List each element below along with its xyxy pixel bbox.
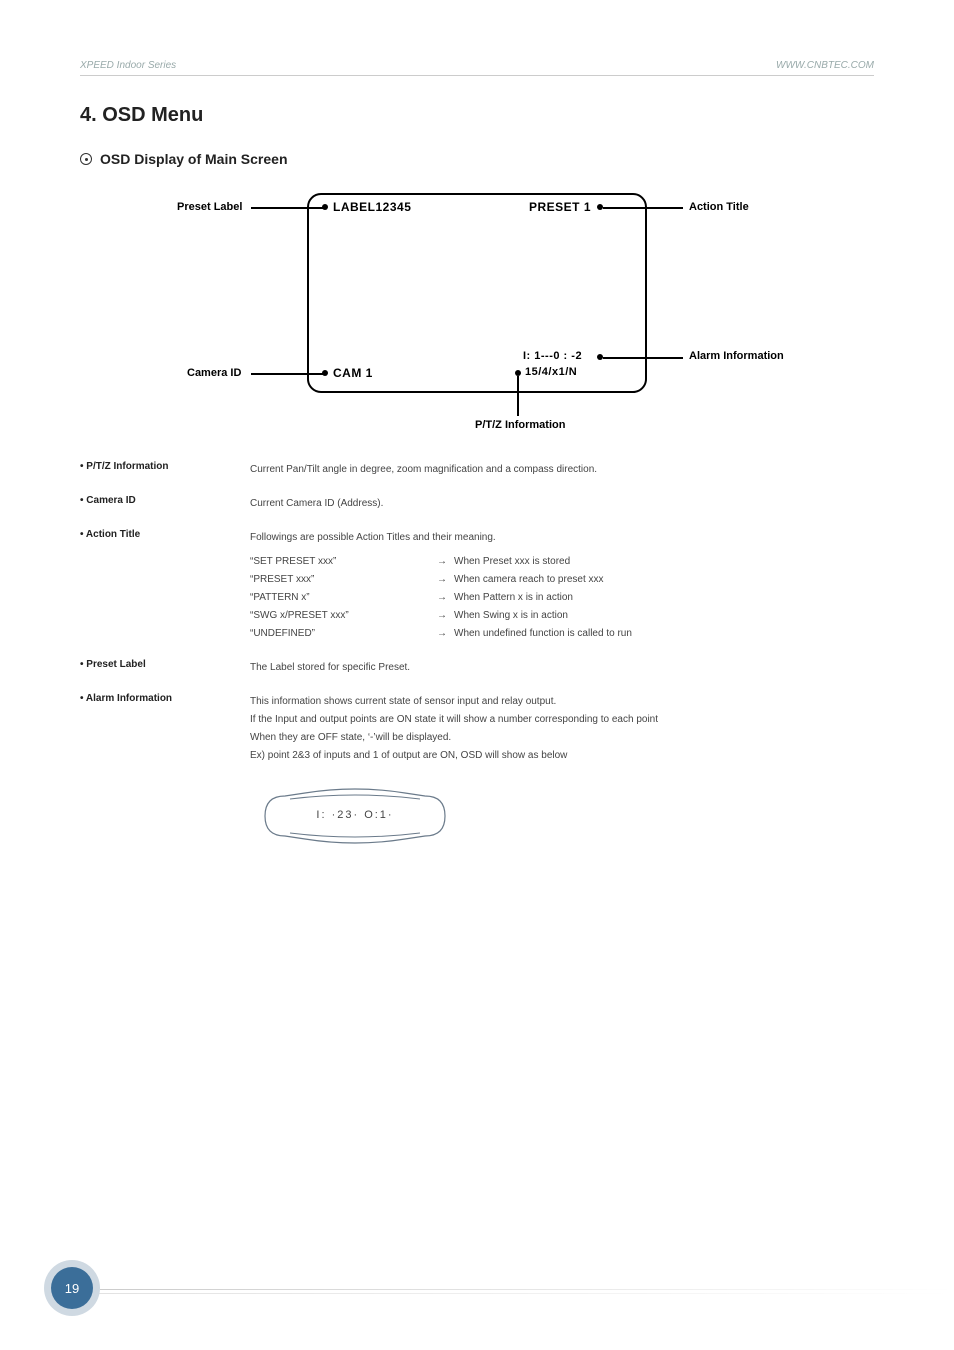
alarm-line: If the Input and output points are ON st… <box>250 711 874 729</box>
header-left: XPEED Indoor Series <box>80 60 176 71</box>
action-left: “SWG x/PRESET xxx” <box>250 607 430 625</box>
action-row: “PRESET xxx” → When camera reach to pres… <box>250 571 874 589</box>
arrow-icon: → <box>430 607 454 625</box>
def-body: Current Camera ID (Address). <box>250 495 874 513</box>
example-text: I: ·23· O:1· <box>260 809 450 821</box>
alarm-line: Ex) point 2&3 of inputs and 1 of output … <box>250 747 874 765</box>
ptz-text: 15/4/x1/N <box>525 366 577 378</box>
arrow-icon: → <box>430 625 454 643</box>
def-label: Action Title <box>80 529 250 540</box>
action-left: “UNDEFINED” <box>250 625 430 643</box>
action-right: When Swing x is in action <box>454 607 568 625</box>
action-left: “SET PRESET xxx” <box>250 553 430 571</box>
alarm-example-diagram: I: ·23· O:1· <box>260 781 450 851</box>
def-action-title: Action Title Followings are possible Act… <box>80 529 874 643</box>
arrow-icon: → <box>430 589 454 607</box>
label-text: LABEL12345 <box>333 200 411 214</box>
connector-line <box>251 373 323 375</box>
alarm-line: When they are OFF state, ‘-’will be disp… <box>250 729 874 747</box>
action-row: “SWG x/PRESET xxx” → When Swing x is in … <box>250 607 874 625</box>
cam-text: CAM 1 <box>333 366 373 380</box>
def-camera-id: Camera ID Current Camera ID (Address). <box>80 495 874 513</box>
action-title-table: “SET PRESET xxx” → When Preset xxx is st… <box>250 553 874 643</box>
def-label: P/T/Z Information <box>80 461 250 472</box>
action-right: When Preset xxx is stored <box>454 553 570 571</box>
subsection-text: OSD Display of Main Screen <box>100 151 288 167</box>
alarm-caption: Alarm Information <box>689 350 784 362</box>
def-label: Alarm Information <box>80 693 250 704</box>
def-preset-label: Preset Label The Label stored for specif… <box>80 659 874 677</box>
page-header: XPEED Indoor Series WWW.CNBTEC.COM <box>80 60 874 76</box>
preset-text: PRESET 1 <box>529 200 591 214</box>
alarm-text: I: 1---0 : -2 <box>523 350 582 362</box>
action-row: “PATTERN x” → When Pattern x is in actio… <box>250 589 874 607</box>
def-body: Followings are possible Action Titles an… <box>250 529 874 643</box>
arrow-icon: → <box>430 553 454 571</box>
definitions-list: P/T/Z Information Current Pan/Tilt angle… <box>80 461 874 851</box>
footer-divider <box>96 1293 954 1294</box>
def-body: Current Pan/Tilt angle in degree, zoom m… <box>250 461 874 479</box>
ptz-caption: P/T/Z Information <box>475 419 565 431</box>
action-title-caption: Action Title <box>689 201 749 213</box>
connector-dot <box>322 370 328 376</box>
bullet-icon <box>80 153 92 165</box>
def-label: Camera ID <box>80 495 250 506</box>
connector-dot <box>322 204 328 210</box>
page-number: 19 <box>51 1267 93 1309</box>
connector-line <box>251 207 323 209</box>
action-row: “SET PRESET xxx” → When Preset xxx is st… <box>250 553 874 571</box>
def-body: This information shows current state of … <box>250 693 874 765</box>
header-right: WWW.CNBTEC.COM <box>776 60 874 71</box>
action-right: When undefined function is called to run <box>454 625 632 643</box>
action-left: “PATTERN x” <box>250 589 430 607</box>
preset-label-caption: Preset Label <box>177 201 242 213</box>
def-body: The Label stored for specific Preset. <box>250 659 874 677</box>
connector-line <box>603 357 683 359</box>
subsection-title: OSD Display of Main Screen <box>80 151 874 167</box>
action-left: “PRESET xxx” <box>250 571 430 589</box>
connector-line <box>603 207 683 209</box>
action-row: “UNDEFINED” → When undefined function is… <box>250 625 874 643</box>
page-number-badge: 19 <box>44 1260 100 1316</box>
def-ptz: P/T/Z Information Current Pan/Tilt angle… <box>80 461 874 479</box>
arrow-icon: → <box>430 571 454 589</box>
connector-line <box>517 376 519 416</box>
camera-id-caption: Camera ID <box>187 367 241 379</box>
alarm-line: This information shows current state of … <box>250 693 874 711</box>
action-right: When camera reach to preset xxx <box>454 571 604 589</box>
osd-diagram: Preset Label LABEL12345 PRESET 1 Action … <box>177 187 777 437</box>
action-intro: Followings are possible Action Titles an… <box>250 529 874 547</box>
def-label: Preset Label <box>80 659 250 670</box>
section-title: 4. OSD Menu <box>80 104 874 127</box>
action-right: When Pattern x is in action <box>454 589 573 607</box>
footer-divider <box>100 1289 954 1290</box>
def-alarm: Alarm Information This information shows… <box>80 693 874 765</box>
screen-outline <box>307 193 647 393</box>
